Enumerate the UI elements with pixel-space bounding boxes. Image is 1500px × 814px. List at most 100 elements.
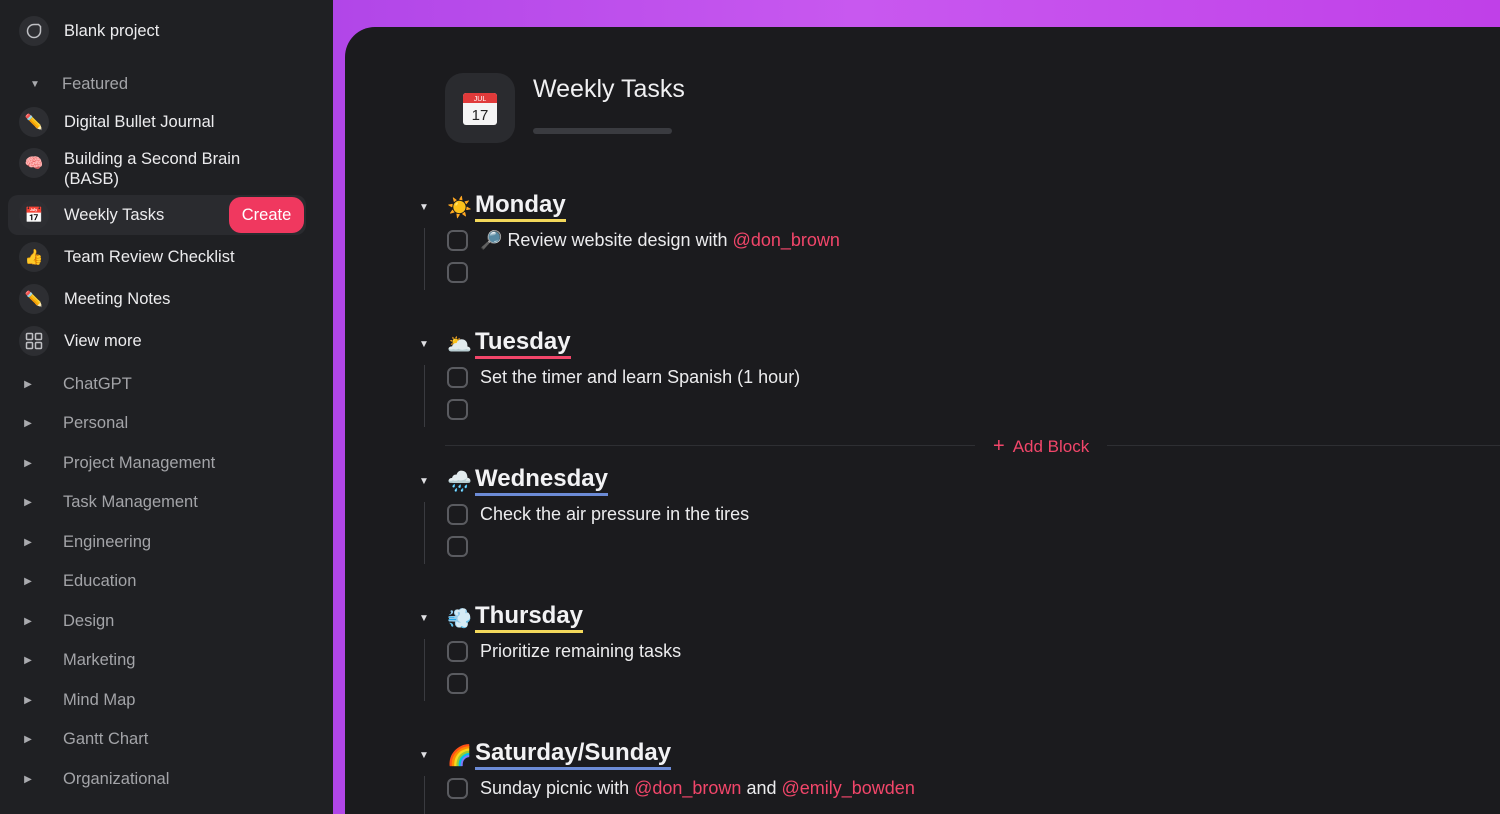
caret-down-icon[interactable]: ▼	[419, 476, 429, 487]
add-block-button[interactable]: + Add Block	[975, 435, 1108, 458]
mention-link[interactable]: @don_brown	[634, 778, 741, 798]
day-heading: 🌈 Saturday/Sunday	[447, 740, 672, 770]
section-chatgpt[interactable]: ▶ ChatGPT	[8, 369, 132, 399]
pencil-icon: ✏️	[19, 284, 49, 314]
section-label: Personal	[63, 413, 129, 432]
task-checkbox[interactable]	[447, 640, 468, 662]
task-text[interactable]: 🔎 Review website design with @don_brown	[480, 230, 840, 251]
sidebar-item-label: View more	[64, 332, 142, 350]
sidebar-item-weekly-tasks[interactable]: 📅 Weekly Tasks Create	[8, 195, 306, 235]
task-row: 🔎 Review website design with @don_brown	[447, 229, 840, 251]
sidebar-item-meeting-notes[interactable]: ✏️ Meeting Notes	[8, 280, 306, 318]
section-label: Engineering	[63, 532, 152, 551]
brain-icon: 🧠	[19, 148, 49, 178]
task-row: Sunday picnic with @don_brown and @emily…	[447, 777, 915, 799]
rain-cloud-icon: 🌧️	[447, 470, 472, 493]
task-row-empty	[447, 672, 468, 694]
section-marketing[interactable]: ▶ Marketing	[8, 645, 135, 675]
page-title[interactable]: Weekly Tasks	[533, 75, 685, 104]
sidebar-item-team-review-checklist[interactable]: 👍 Team Review Checklist	[8, 238, 306, 276]
task-checkbox[interactable]	[447, 777, 468, 799]
task-text-body: Review website design with	[507, 229, 733, 250]
sidebar-item-label-line1: Building a Second Brain	[64, 150, 241, 168]
task-row: Set the timer and learn Spanish (1 hour)	[447, 366, 800, 388]
task-checkbox[interactable]	[447, 398, 468, 420]
caret-down-icon[interactable]: ▼	[419, 339, 429, 350]
featured-label: Featured	[62, 74, 129, 93]
mention-link[interactable]: @don_brown	[733, 230, 840, 250]
day-heading: 💨 Thursday	[447, 603, 584, 633]
caret-down-icon[interactable]: ▼	[419, 613, 429, 624]
plus-icon: +	[993, 435, 1005, 457]
add-block-divider	[445, 445, 1500, 446]
section-label: Organizational	[63, 769, 170, 788]
task-checkbox[interactable]	[447, 672, 468, 694]
section-project-management[interactable]: ▶ Project Management	[8, 448, 215, 478]
section-label: ChatGPT	[63, 374, 132, 393]
day-guide-line	[424, 365, 425, 427]
day-title[interactable]: Tuesday	[475, 329, 571, 359]
rainbow-icon: 🌈	[447, 744, 472, 767]
day-guide-line	[424, 502, 425, 564]
day-heading: 🌥️ Tuesday	[447, 329, 571, 359]
section-education[interactable]: ▶ Education	[8, 566, 136, 596]
day-guide-line	[424, 639, 425, 701]
day-title[interactable]: Thursday	[475, 603, 584, 633]
day-title[interactable]: Wednesday	[475, 466, 608, 496]
day-title[interactable]: Monday	[475, 192, 566, 222]
caret-right-icon: ▶	[24, 536, 32, 548]
task-checkbox[interactable]	[447, 503, 468, 525]
section-mind-map[interactable]: ▶ Mind Map	[8, 685, 135, 715]
add-block-label: Add Block	[1012, 436, 1090, 456]
task-row: Prioritize remaining tasks	[447, 640, 681, 662]
task-text[interactable]: Set the timer and learn Spanish (1 hour)	[480, 367, 800, 388]
sidebar-item-label: Team Review Checklist	[64, 248, 235, 266]
sidebar-item-digital-bullet-journal[interactable]: ✏️ Digital Bullet Journal	[8, 103, 306, 141]
task-checkbox[interactable]	[447, 261, 468, 283]
task-checkbox[interactable]	[447, 229, 468, 251]
caret-down-icon: ▼	[30, 78, 40, 90]
calendar-day-text: 17	[472, 107, 489, 124]
caret-down-icon[interactable]: ▼	[419, 202, 429, 213]
blank-project-item[interactable]: Blank project	[8, 12, 306, 50]
section-gantt-chart[interactable]: ▶ Gantt Chart	[8, 724, 148, 754]
task-text[interactable]: Prioritize remaining tasks	[480, 641, 681, 662]
section-label: Task Management	[63, 492, 198, 511]
section-personal[interactable]: ▶ Personal	[8, 408, 128, 438]
wind-icon: 💨	[447, 607, 472, 630]
sidebar-item-view-more[interactable]: View more	[8, 322, 306, 360]
calendar-icon[interactable]: JUL 17	[445, 73, 515, 143]
sidebar-item-label: Weekly Tasks	[64, 206, 165, 224]
sidebar-item-label: Digital Bullet Journal	[64, 113, 215, 131]
caret-down-icon[interactable]: ▼	[419, 750, 429, 761]
blank-page-icon	[19, 16, 49, 46]
day-guide-line	[424, 776, 425, 814]
sidebar: Blank project ▼ Featured ✏️ Digital Bull…	[0, 0, 333, 814]
task-text[interactable]: Sunday picnic with @don_brown and @emily…	[480, 778, 915, 799]
task-row-empty	[447, 535, 468, 557]
create-button[interactable]: Create	[229, 197, 304, 233]
day-heading: 🌧️ Wednesday	[447, 466, 608, 496]
day-guide-line	[424, 228, 425, 290]
title-underline-bar	[533, 128, 672, 134]
task-text[interactable]: Check the air pressure in the tires	[480, 504, 749, 525]
sidebar-item-basb[interactable]: 🧠 Building a Second Brain (BASB)	[8, 146, 306, 190]
caret-right-icon: ▶	[24, 615, 32, 627]
task-text-mid: and	[741, 777, 782, 798]
caret-right-icon: ▶	[24, 773, 32, 785]
section-engineering[interactable]: ▶ Engineering	[8, 527, 151, 557]
task-checkbox[interactable]	[447, 535, 468, 557]
sun-icon: ☀️	[447, 196, 472, 219]
task-checkbox[interactable]	[447, 366, 468, 388]
featured-section[interactable]: ▼ Featured	[8, 69, 128, 99]
caret-right-icon: ▶	[24, 694, 32, 706]
day-title[interactable]: Saturday/Sunday	[475, 740, 672, 770]
sidebar-item-label: Meeting Notes	[64, 290, 171, 308]
section-design[interactable]: ▶ Design	[8, 606, 114, 636]
task-row-empty	[447, 261, 468, 283]
mention-link[interactable]: @emily_bowden	[781, 778, 914, 798]
task-text-body: Sunday picnic with	[480, 777, 635, 798]
section-organizational[interactable]: ▶ Organizational	[8, 764, 169, 794]
section-label: Project Management	[63, 453, 216, 472]
section-task-management[interactable]: ▶ Task Management	[8, 487, 198, 517]
